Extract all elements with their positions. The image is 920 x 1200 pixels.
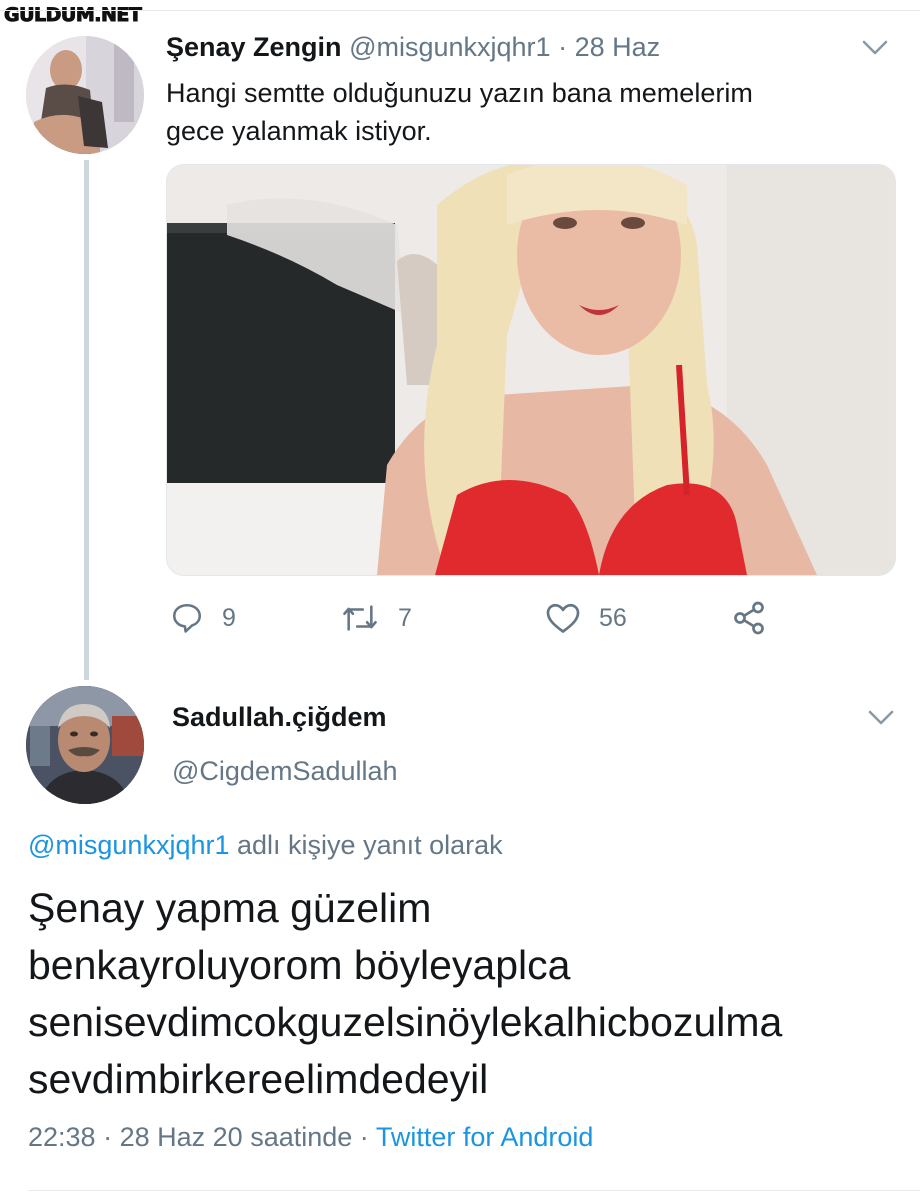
separator-dot: · [359,1122,369,1152]
chevron-down-icon[interactable] [862,40,888,56]
tweet-text: Hangi semtte olduğunuzu yazın bana memel… [166,74,866,150]
reply-mention-link[interactable]: @misgunkxjqhr1 [28,830,230,860]
author-handle[interactable]: @misgunkxjqhr1 [349,32,551,62]
bottom-divider [28,1190,920,1191]
tweet-date[interactable]: 28 Haz 20 saatinde [120,1122,353,1152]
tweet-text-line: gece yalanmak istiyor. [166,116,432,146]
replying-to-line: @misgunkxjqhr1 adlı kişiye yanıt olarak [28,830,503,861]
tweet-text-line: sevdimbirkereelimdedeyil [28,1056,489,1102]
avatar[interactable] [26,36,144,154]
like-icon [546,603,580,633]
reply-to-label: adlı kişiye yanıt olarak [237,830,503,860]
tweet-text-line: Şenay yapma güzelim [28,885,432,931]
tweet-time[interactable]: 22:38 [28,1122,96,1152]
author-name[interactable]: Sadullah.çiğdem [172,702,387,733]
tweet-media-image[interactable] [166,164,896,576]
site-watermark: GULDUM.NET [0,4,146,28]
separator-dot: · [103,1122,113,1152]
like-button[interactable]: 56 [545,600,627,636]
tweet-text-line: Hangi semtte olduğunuzu yazın bana memel… [166,78,753,108]
tweet-metadata: 22:38 · 28 Haz 20 saatinde · Twitter for… [28,1122,593,1153]
reply-count: 9 [222,603,236,632]
retweet-button[interactable]: 7 [340,600,412,636]
separator-dot: · [558,32,568,62]
photo-image [167,165,895,575]
thread-connector-line [84,160,89,680]
retweet-count: 7 [398,603,412,632]
tweet-header: Şenay Zengin @misgunkxjqhr1 · 28 Haz [166,32,660,63]
tweet-date[interactable]: 28 Haz [575,32,661,62]
profile-photo-image [26,686,144,804]
profile-photo-image [26,36,144,154]
like-count: 56 [599,603,627,632]
chevron-down-icon[interactable] [868,710,894,726]
tweet-text-line: benkayroluyorom böyleyaplca [28,942,571,988]
retweet-icon [343,605,377,631]
reply-button[interactable]: 9 [170,600,236,636]
share-button[interactable] [730,600,786,636]
author-handle[interactable]: @CigdemSadullah [172,756,398,787]
top-divider [0,10,920,11]
tweet-source-link[interactable]: Twitter for Android [376,1122,594,1152]
reply-icon [172,603,202,633]
tweet-text-line: senisevdimcokguzelsinöylekalhicbozulma [28,999,783,1045]
tweet-text: Şenay yapma güzelim benkayroluyorom böyl… [28,880,908,1108]
share-icon [734,601,764,635]
avatar[interactable] [26,686,144,804]
author-name[interactable]: Şenay Zengin [166,32,342,62]
